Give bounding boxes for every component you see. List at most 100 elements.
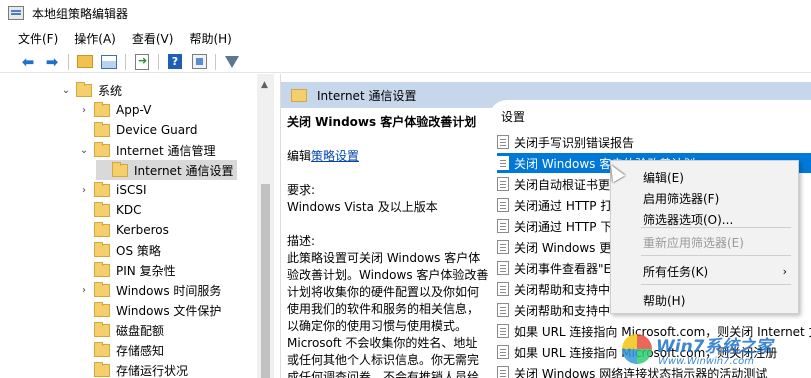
context-menu: 编辑(E) 启用筛选器(F) 筛选器选项(O)... 重新应用筛选器(E) 所有任务(K… — [610, 160, 799, 314]
tree-item[interactable]: OS 策略 — [78, 240, 161, 260]
edit-line: 编辑策略设置 — [287, 148, 492, 165]
chevron-right-icon[interactable]: › — [78, 185, 90, 196]
context-menu-item[interactable]: 编辑(E) — [643, 167, 793, 187]
tree-item-label: App-V — [116, 103, 152, 117]
tree-item[interactable]: ⌄ 系统 — [60, 80, 122, 100]
context-menu-item[interactable]: 所有任务(K) › — [643, 261, 793, 281]
menu-file[interactable]: 文件(F) — [18, 30, 58, 47]
details-header-title: Internet 通信设置 — [317, 88, 417, 103]
setting-row[interactable]: 如果 URL 连接指向 Microsoft.com，则关闭 Internet 文 — [497, 321, 811, 341]
policy-setting-icon — [497, 177, 509, 191]
chevron-down-icon[interactable]: ⌄ — [60, 85, 72, 96]
description-line: Microsoft 不会收集你的姓名、地址 — [287, 336, 478, 350]
folder-icon — [94, 121, 110, 137]
context-menu-label: 重新应用筛选器(E) — [643, 235, 744, 250]
tree-item[interactable]: Kerberos — [78, 220, 169, 240]
forward-arrow-icon[interactable]: ➡ — [44, 53, 60, 71]
setting-label: 关闭事件查看器"E — [514, 261, 612, 276]
policy-setting-icon — [497, 156, 509, 170]
help-button[interactable]: ? — [167, 54, 183, 70]
folder-icon — [291, 88, 307, 102]
tree-item-label: Windows 时间服务 — [116, 283, 222, 298]
tree-item[interactable]: › Windows 时间服务 — [78, 280, 221, 300]
back-arrow-icon[interactable]: ⬅ — [20, 53, 36, 71]
setting-row[interactable]: 如果 URL 连接指向 Microsoft.com，则关闭注册 — [497, 342, 811, 362]
export-list-button[interactable] — [134, 53, 150, 70]
context-menu-label: 帮助(H) — [643, 293, 686, 308]
chevron-right-icon[interactable]: › — [78, 285, 90, 296]
edit-prefix: 编辑 — [287, 149, 312, 163]
policy-setting-icon — [497, 135, 509, 149]
setting-label: 关闭手写识别错误报告 — [514, 135, 635, 150]
tree-item[interactable]: KDC — [78, 200, 142, 220]
tree-item-label: 存储感知 — [116, 343, 165, 358]
policy-setting-icon — [497, 198, 509, 212]
chevron-down-icon[interactable]: ⌄ — [78, 145, 90, 156]
folder-icon — [94, 341, 110, 357]
edit-policy-link[interactable]: 策略设置 — [311, 149, 359, 163]
tree-scrollbar[interactable]: ▲ — [257, 74, 274, 378]
description-line: 以确定你的使用习惯与使用模式。 — [287, 319, 468, 333]
setting-label: 关闭通过 HTTP 打 — [514, 198, 613, 213]
menu-action[interactable]: 操作(A) — [74, 30, 116, 47]
up-folder-button[interactable] — [77, 54, 93, 70]
export-icon — [135, 53, 149, 70]
tree-item[interactable]: Internet 通信设置 — [96, 160, 238, 180]
filter-button[interactable] — [224, 54, 240, 70]
context-menu-item: 重新应用筛选器(E) — [643, 232, 793, 252]
toolbar-separator — [158, 53, 159, 70]
policy-setting-icon — [497, 261, 509, 275]
tree-item[interactable]: ⌄ Internet 通信管理 — [78, 140, 215, 160]
tree-item[interactable]: 磁盘配额 — [78, 320, 164, 340]
policy-setting-icon — [497, 282, 509, 296]
folder-icon — [94, 261, 110, 277]
menu-view[interactable]: 查看(V) — [132, 30, 174, 47]
menu-separator — [641, 284, 791, 285]
folder-icon — [94, 101, 110, 117]
context-menu-item[interactable]: 筛选器选项(O)... — [643, 209, 793, 229]
policy-setting-icon — [497, 219, 509, 233]
setting-row[interactable]: 关闭 Windows 网络连接状态指示器的活动测试 — [497, 363, 811, 378]
scroll-up-icon[interactable]: ▲ — [261, 80, 268, 90]
context-menu-item[interactable]: 帮助(H) — [643, 290, 793, 310]
setting-label: 如果 URL 连接指向 Microsoft.com，则关闭 Internet 文 — [514, 324, 811, 339]
help-icon: ? — [168, 54, 182, 69]
context-menu-item[interactable]: 启用筛选器(F) — [643, 188, 793, 208]
chevron-right-icon[interactable]: › — [78, 105, 90, 116]
setting-row[interactable]: 关闭手写识别错误报告 — [497, 132, 811, 152]
description-line: 使用我们的软件和服务的相关信息， — [287, 302, 480, 316]
menu-bar: 文件(F) 操作(A) 查看(V) 帮助(H) — [0, 28, 811, 48]
tree-item[interactable]: Windows 文件保护 — [78, 300, 221, 320]
menu-help[interactable]: 帮助(H) — [189, 30, 231, 47]
policy-setting-icon — [497, 345, 509, 359]
description-label: 描述: — [287, 234, 316, 248]
toolbar: ⬅ ➡ ? — [0, 51, 811, 73]
tree-item[interactable]: PIN 复杂性 — [78, 260, 176, 280]
tree-item[interactable]: › App-V — [78, 100, 151, 120]
setting-label: 关闭 Windows 网络连接状态指示器的活动测试 — [514, 366, 768, 378]
policy-description: 关闭 Windows 客户体验改善计划 编辑策略设置 要求: Windows V… — [287, 114, 492, 378]
tree-item[interactable]: 存储感知 — [78, 340, 164, 360]
tree-item-label: Internet 通信设置 — [134, 163, 234, 178]
show-hide-tree-button[interactable] — [101, 54, 117, 70]
console-tree: ⌄ 系统 › App-V Device Guard ⌄ Internet 通信管理 Inter… — [0, 74, 257, 378]
policy-setting-icon — [497, 240, 509, 254]
tree-item[interactable]: 存储运行状况 — [78, 360, 188, 378]
tree-item-label: 磁盘配额 — [116, 323, 165, 338]
context-menu-label: 启用筛选器(F) — [643, 191, 720, 206]
tree-item[interactable]: › iSCSI — [78, 180, 147, 200]
tree-item-label: Internet 通信管理 — [116, 143, 216, 158]
settings-column-header[interactable]: 设置 — [501, 108, 525, 125]
tree-item-label: Kerberos — [116, 223, 169, 237]
scroll-thumb[interactable] — [261, 184, 270, 378]
toolbar-separator — [125, 53, 126, 70]
folder-icon — [112, 161, 128, 177]
description-line: 此策略设置可关闭 Windows 客户体 — [287, 251, 481, 265]
tree-item-label: 存储运行状况 — [116, 363, 189, 378]
tree-item[interactable]: Device Guard — [78, 120, 197, 140]
folder-icon — [94, 241, 110, 257]
console-tree-icon — [101, 54, 117, 69]
properties-button[interactable] — [191, 54, 207, 70]
filter-icon — [225, 55, 239, 68]
policy-title: 关闭 Windows 客户体验改善计划 — [287, 115, 477, 129]
